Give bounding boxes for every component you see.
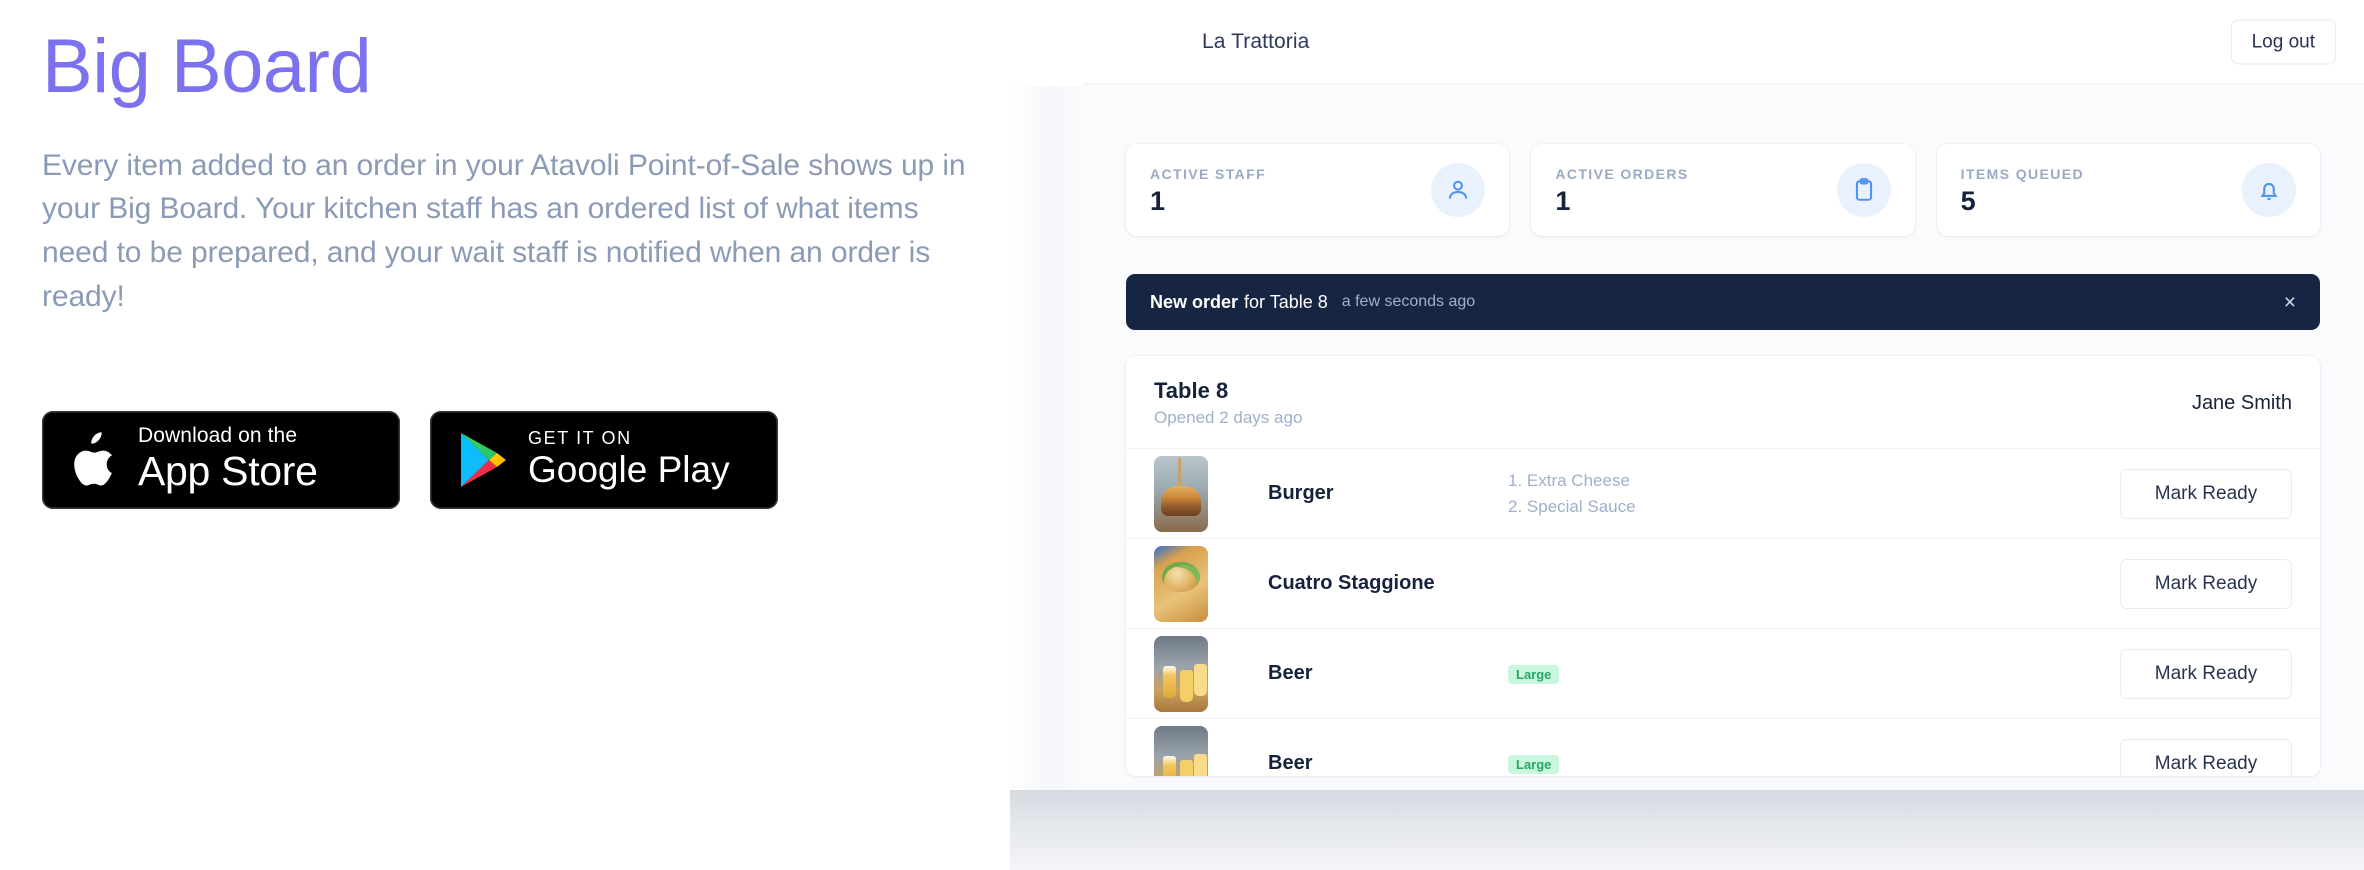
app-store-badge-text: Download on the App Store [138,423,318,495]
new-order-notification: New order for Table 8 a few seconds ago … [1126,274,2320,330]
burger-thumbnail [1154,455,1208,532]
mark-ready-button[interactable]: Mark Ready [2120,558,2292,609]
window-bottom-fade [1010,790,2364,870]
app-store-badge[interactable]: Download on the App Store [42,410,400,509]
google-play-badge-small: GET IT ON [528,427,632,448]
stat-card-items-queued: ITEMS QUEUED 5 [1936,144,2320,236]
app-topbar: La Trattoria Log out [1082,0,2364,84]
user-icon [1431,163,1486,217]
page-root: Big Board Every item added to an order i… [0,0,2364,870]
stat-value: 1 [1150,185,1166,216]
apple-logo-icon [68,430,118,490]
beer-thumbnail [1154,635,1208,712]
bell-icon [2241,163,2296,217]
logout-button[interactable]: Log out [2230,19,2336,64]
close-icon[interactable]: × [2284,292,2296,313]
order-item-name: Cuatro Staggione [1268,572,1435,594]
size-badge: Large [1508,664,1560,684]
order-server-name: Jane Smith [2191,391,2292,414]
pizza-thumbnail [1154,545,1208,622]
app-preview-window: La Trattoria Log out ACTIVE STAFF 1 ACTI… [1082,0,2364,790]
google-play-logo-icon [456,430,510,490]
stat-label: ACTIVE ORDERS [1555,165,1689,182]
order-item-modifier: 1. Extra Cheese [1508,471,1630,490]
stat-card-active-staff: ACTIVE STAFF 1 [1126,144,1510,236]
app-store-badge-large: App Store [138,447,318,494]
app-body: ACTIVE STAFF 1 ACTIVE ORDERS 1 ITEMS QUE… [1082,84,2364,790]
notification-subject: for Table 8 [1244,291,1328,312]
window-left-shadow [1010,86,1082,790]
order-item-modifiers: Large [1508,661,2120,687]
stat-text: ACTIVE STAFF 1 [1150,166,1266,215]
restaurant-name: La Trattoria [1202,29,1310,53]
stat-value: 5 [1960,185,1976,216]
order-item-row: Beer Large Mark Ready [1126,629,2320,719]
order-item-modifiers: 1. Extra Cheese 2. Special Sauce [1508,468,2120,519]
google-play-badge[interactable]: GET IT ON Google Play [430,410,778,509]
order-card-header: Table 8 Opened 2 days ago Jane Smith [1126,356,2320,449]
beer-thumbnail [1154,725,1208,776]
order-item-row: Burger 1. Extra Cheese 2. Special Sauce … [1126,449,2320,539]
size-badge: Large [1508,754,1560,774]
notification-timestamp: a few seconds ago [1341,293,1476,310]
order-item-name: Beer [1268,662,1313,684]
google-play-badge-large: Google Play [528,449,730,491]
app-store-badge-small: Download on the [138,423,298,447]
notification-title: New order [1150,291,1239,312]
mark-ready-button[interactable]: Mark Ready [2120,738,2292,776]
order-item-name: Beer [1268,752,1313,774]
stat-text: ACTIVE ORDERS 1 [1555,166,1688,215]
page-title: Big Board [42,24,372,109]
mark-ready-button[interactable]: Mark Ready [2120,468,2292,519]
order-item-modifier: 2. Special Sauce [1508,496,1636,516]
stat-label: ITEMS QUEUED [1960,165,2085,182]
order-item-row: Beer Large Mark Ready [1126,719,2320,776]
order-header-left: Table 8 Opened 2 days ago [1154,378,1302,428]
clipboard-icon [1836,163,1891,217]
stat-text: ITEMS QUEUED 5 [1961,166,2084,215]
hero-description: Every item added to an order in your Ata… [42,148,966,313]
order-item-modifiers: Large [1508,751,2120,776]
order-card: Table 8 Opened 2 days ago Jane Smith Bur… [1126,356,2320,776]
order-item-name: Burger [1268,482,1334,504]
order-opened-time: Opened 2 days ago [1154,408,1303,427]
marketing-column: Big Board Every item added to an order i… [42,28,1002,509]
order-table-name: Table 8 [1154,378,1229,403]
stats-row: ACTIVE STAFF 1 ACTIVE ORDERS 1 ITEMS QUE… [1126,84,2320,236]
mark-ready-button[interactable]: Mark Ready [2120,648,2292,699]
stat-card-active-orders: ACTIVE ORDERS 1 [1531,144,1915,236]
stat-value: 1 [1555,185,1571,216]
order-item-row: Cuatro Staggione Mark Ready [1126,539,2320,629]
google-play-badge-text: GET IT ON Google Play [528,427,730,491]
store-badges-row: Download on the App Store GET IT ON Goog… [42,410,1002,509]
stat-label: ACTIVE STAFF [1150,165,1267,182]
